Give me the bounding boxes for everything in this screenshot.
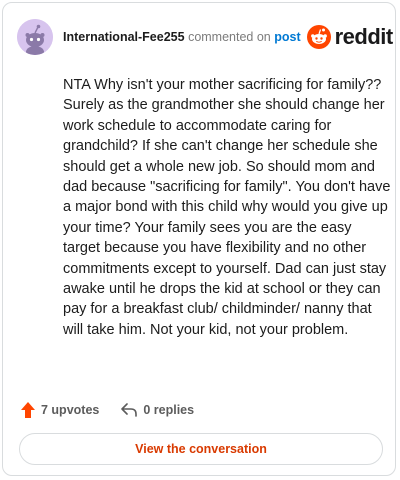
reply-count: 0 replies (143, 403, 195, 417)
snoo-avatar-icon[interactable] (17, 19, 53, 55)
upvote-arrow-icon (21, 402, 35, 418)
reddit-brand[interactable]: reddit (306, 24, 394, 50)
reply-arrow-icon (121, 403, 138, 417)
commented-on-text: commented on (188, 30, 271, 44)
username-link[interactable]: International-Fee255 (63, 30, 185, 44)
post-link[interactable]: post (274, 30, 300, 44)
comment-meta: International-Fee255 commented on post (63, 30, 301, 44)
reddit-logo-icon (306, 25, 331, 49)
comment-card: International-Fee255 commented on post r… (2, 2, 396, 476)
comment-body: NTA Why isn't your mother sacrificing fo… (63, 77, 391, 338)
upvote-button[interactable]: 7 upvotes (21, 402, 99, 418)
reddit-wordmark: reddit (334, 24, 394, 49)
upvote-count: 7 upvotes (41, 403, 100, 417)
reply-button[interactable]: 0 replies (121, 403, 194, 417)
view-conversation-button[interactable]: View the conversation (19, 433, 383, 465)
comment-actions: 7 upvotes 0 replies (21, 401, 194, 419)
comment-header: International-Fee255 commented on post r… (17, 17, 393, 57)
